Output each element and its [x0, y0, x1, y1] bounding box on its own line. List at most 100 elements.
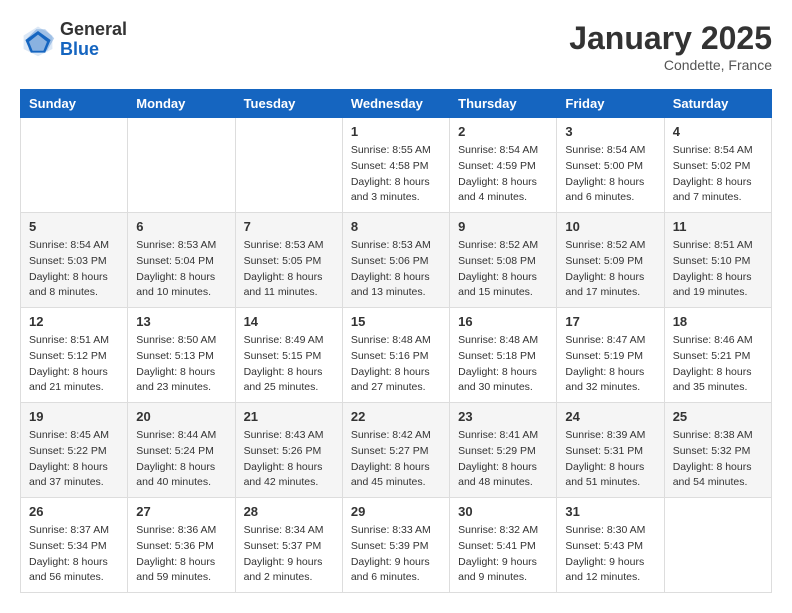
calendar-cell: [128, 118, 235, 213]
day-info: Sunrise: 8:50 AM Sunset: 5:13 PM Dayligh…: [136, 333, 226, 396]
day-info: Sunrise: 8:53 AM Sunset: 5:05 PM Dayligh…: [244, 238, 334, 301]
logo: General Blue: [20, 20, 127, 60]
day-number: 18: [673, 314, 763, 329]
calendar-cell: 12Sunrise: 8:51 AM Sunset: 5:12 PM Dayli…: [21, 308, 128, 403]
calendar-cell: 28 Sunrise: 8:34 AM Sunset: 5:37 PM Dayli…: [235, 498, 342, 593]
day-info: Sunrise: 8:52 AM Sunset: 5:08 PM Dayligh…: [458, 238, 548, 301]
day-info: Sunrise: 8:32 AM Sunset: 5:41 PM Dayligh…: [458, 523, 548, 586]
day-number: 26: [29, 504, 119, 519]
day-number: 23: [458, 409, 548, 424]
day-info: Sunrise: 8:38 AM Sunset: 5:32 PM Dayligh…: [673, 428, 763, 491]
day-info: Sunrise: 8:36 AM Sunset: 5:36 PM Dayligh…: [136, 523, 226, 586]
calendar-cell: 24 Sunrise: 8:39 AM Sunset: 5:31 PM Dayli…: [557, 403, 664, 498]
calendar-week-row: 19 Sunrise: 8:45 AM Sunset: 5:22 PM Dayli…: [21, 403, 772, 498]
day-info: Sunrise: 8:45 AM Sunset: 5:22 PM Dayligh…: [29, 428, 119, 491]
day-info: Sunrise: 8:49 AM Sunset: 5:15 PM Dayligh…: [244, 333, 334, 396]
calendar-table: SundayMondayTuesdayWednesdayThursdayFrid…: [20, 89, 772, 593]
day-number: 24: [565, 409, 655, 424]
day-number: 2: [458, 124, 548, 139]
weekday-header-wednesday: Wednesday: [342, 90, 449, 118]
calendar-cell: 7 Sunrise: 8:53 AM Sunset: 5:05 PM Daylig…: [235, 213, 342, 308]
day-number: 30: [458, 504, 548, 519]
weekday-header-friday: Friday: [557, 90, 664, 118]
calendar-cell: 27 Sunrise: 8:36 AM Sunset: 5:36 PM Dayli…: [128, 498, 235, 593]
day-info: Sunrise: 8:41 AM Sunset: 5:29 PM Dayligh…: [458, 428, 548, 491]
logo-blue: Blue: [60, 40, 127, 60]
calendar-cell: 4Sunrise: 8:54 AM Sunset: 5:02 PM Daylig…: [664, 118, 771, 213]
calendar-cell: 16Sunrise: 8:48 AM Sunset: 5:18 PM Dayli…: [450, 308, 557, 403]
calendar-cell: 11 Sunrise: 8:51 AM Sunset: 5:10 PM Dayli…: [664, 213, 771, 308]
logo-text: General Blue: [60, 20, 127, 60]
calendar-cell: 26 Sunrise: 8:37 AM Sunset: 5:34 PM Dayli…: [21, 498, 128, 593]
day-number: 9: [458, 219, 548, 234]
location-subtitle: Condette, France: [569, 57, 772, 73]
day-number: 6: [136, 219, 226, 234]
calendar-cell: [21, 118, 128, 213]
day-info: Sunrise: 8:44 AM Sunset: 5:24 PM Dayligh…: [136, 428, 226, 491]
day-number: 31: [565, 504, 655, 519]
day-number: 12: [29, 314, 119, 329]
calendar-cell: 13 Sunrise: 8:50 AM Sunset: 5:13 PM Dayli…: [128, 308, 235, 403]
day-info: Sunrise: 8:53 AM Sunset: 5:06 PM Dayligh…: [351, 238, 441, 301]
day-number: 27: [136, 504, 226, 519]
day-number: 8: [351, 219, 441, 234]
day-number: 21: [244, 409, 334, 424]
day-info: Sunrise: 8:30 AM Sunset: 5:43 PM Dayligh…: [565, 523, 655, 586]
calendar-cell: 14 Sunrise: 8:49 AM Sunset: 5:15 PM Dayli…: [235, 308, 342, 403]
calendar-cell: 31 Sunrise: 8:30 AM Sunset: 5:43 PM Dayli…: [557, 498, 664, 593]
day-info: Sunrise: 8:43 AM Sunset: 5:26 PM Dayligh…: [244, 428, 334, 491]
month-year-title: January 2025: [569, 20, 772, 57]
day-number: 19: [29, 409, 119, 424]
calendar-cell: [235, 118, 342, 213]
weekday-header-sunday: Sunday: [21, 90, 128, 118]
day-info: Sunrise: 8:52 AM Sunset: 5:09 PM Dayligh…: [565, 238, 655, 301]
day-number: 1: [351, 124, 441, 139]
day-info: Sunrise: 8:37 AM Sunset: 5:34 PM Dayligh…: [29, 523, 119, 586]
calendar-cell: 18 Sunrise: 8:46 AM Sunset: 5:21 PM Dayli…: [664, 308, 771, 403]
day-number: 7: [244, 219, 334, 234]
calendar-cell: 9 Sunrise: 8:52 AM Sunset: 5:08 PM Daylig…: [450, 213, 557, 308]
calendar-cell: 29 Sunrise: 8:33 AM Sunset: 5:39 PM Dayli…: [342, 498, 449, 593]
day-info: Sunrise: 8:33 AM Sunset: 5:39 PM Dayligh…: [351, 523, 441, 586]
day-number: 14: [244, 314, 334, 329]
title-block: January 2025 Condette, France: [569, 20, 772, 73]
day-info: Sunrise: 8:48 AM Sunset: 5:18 PM Dayligh…: [458, 333, 548, 396]
calendar-week-row: 5Sunrise: 8:54 AM Sunset: 5:03 PM Daylig…: [21, 213, 772, 308]
calendar-cell: 6 Sunrise: 8:53 AM Sunset: 5:04 PM Daylig…: [128, 213, 235, 308]
calendar-cell: 23 Sunrise: 8:41 AM Sunset: 5:29 PM Dayli…: [450, 403, 557, 498]
day-number: 13: [136, 314, 226, 329]
day-number: 29: [351, 504, 441, 519]
day-info: Sunrise: 8:53 AM Sunset: 5:04 PM Dayligh…: [136, 238, 226, 301]
day-info: Sunrise: 8:54 AM Sunset: 4:59 PM Dayligh…: [458, 143, 548, 206]
weekday-header-thursday: Thursday: [450, 90, 557, 118]
calendar-cell: 1 Sunrise: 8:55 AM Sunset: 4:58 PM Daylig…: [342, 118, 449, 213]
calendar-week-row: 12Sunrise: 8:51 AM Sunset: 5:12 PM Dayli…: [21, 308, 772, 403]
calendar-cell: 30 Sunrise: 8:32 AM Sunset: 5:41 PM Dayli…: [450, 498, 557, 593]
calendar-cell: 22 Sunrise: 8:42 AM Sunset: 5:27 PM Dayli…: [342, 403, 449, 498]
calendar-cell: 19 Sunrise: 8:45 AM Sunset: 5:22 PM Dayli…: [21, 403, 128, 498]
day-number: 4: [673, 124, 763, 139]
calendar-cell: [664, 498, 771, 593]
calendar-week-row: 26 Sunrise: 8:37 AM Sunset: 5:34 PM Dayli…: [21, 498, 772, 593]
day-number: 28: [244, 504, 334, 519]
day-number: 11: [673, 219, 763, 234]
day-number: 20: [136, 409, 226, 424]
day-number: 3: [565, 124, 655, 139]
day-info: Sunrise: 8:39 AM Sunset: 5:31 PM Dayligh…: [565, 428, 655, 491]
day-info: Sunrise: 8:55 AM Sunset: 4:58 PM Dayligh…: [351, 143, 441, 206]
day-info: Sunrise: 8:51 AM Sunset: 5:10 PM Dayligh…: [673, 238, 763, 301]
day-number: 22: [351, 409, 441, 424]
day-number: 25: [673, 409, 763, 424]
day-info: Sunrise: 8:42 AM Sunset: 5:27 PM Dayligh…: [351, 428, 441, 491]
day-info: Sunrise: 8:46 AM Sunset: 5:21 PM Dayligh…: [673, 333, 763, 396]
day-number: 15: [351, 314, 441, 329]
calendar-cell: 8 Sunrise: 8:53 AM Sunset: 5:06 PM Daylig…: [342, 213, 449, 308]
weekday-header-monday: Monday: [128, 90, 235, 118]
day-number: 17: [565, 314, 655, 329]
day-info: Sunrise: 8:34 AM Sunset: 5:37 PM Dayligh…: [244, 523, 334, 586]
day-info: Sunrise: 8:48 AM Sunset: 5:16 PM Dayligh…: [351, 333, 441, 396]
day-info: Sunrise: 8:54 AM Sunset: 5:00 PM Dayligh…: [565, 143, 655, 206]
weekday-header-row: SundayMondayTuesdayWednesdayThursdayFrid…: [21, 90, 772, 118]
logo-icon: [20, 22, 56, 58]
calendar-cell: 15 Sunrise: 8:48 AM Sunset: 5:16 PM Dayli…: [342, 308, 449, 403]
